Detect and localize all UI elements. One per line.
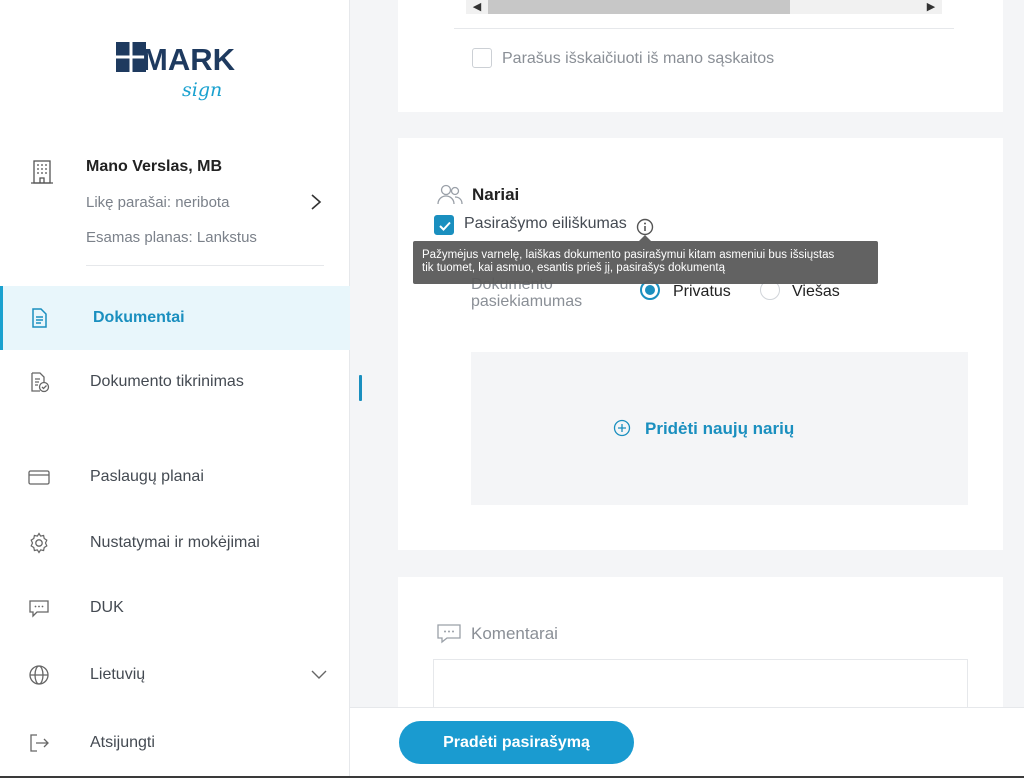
signatures-remaining: Likę parašai: neribota [86,194,230,211]
sidebar: MARK sign Mano Verslas, MB Likę parašai:… [0,0,350,778]
deduct-signatures-label: Parašus išskaičiuoti iš mano sąskaitos [502,50,775,67]
scroll-marker [359,375,362,401]
chevron-down-icon[interactable] [311,670,327,680]
gear-icon [30,532,48,554]
divider [86,265,324,266]
sidebar-item-plans[interactable]: Paslaugų planai [0,445,350,509]
account-name: Mano Verslas, MB [86,158,223,175]
tooltip-line1: Pažymėjus varnelę, laiškas dokumento pas… [422,249,835,261]
logout-icon [30,734,49,752]
scrollbar-thumb[interactable] [488,0,790,14]
add-members-area[interactable]: Pridėti naujų narių [471,352,968,505]
members-card: Nariai Pasirašymo eiliškumas Dokumento p… [398,138,1003,550]
footer-bar: Pradėti pasirašymą [350,707,1024,778]
sidebar-item-language[interactable]: Lietuvių [0,643,350,707]
document-icon [32,308,47,328]
divider [454,28,954,29]
sidebar-item-label: Paslaugų planai [90,468,204,485]
info-icon[interactable] [636,218,654,236]
building-icon [31,160,53,184]
card-icon [28,470,50,485]
signing-sequence-checkbox[interactable] [434,215,454,235]
horizontal-scrollbar[interactable]: ◀ ▶ [466,0,942,14]
sidebar-item-settings[interactable]: Nustatymai ir mokėjimai [0,511,350,575]
radio-private-label: Privatus [673,283,731,300]
deduct-signatures-checkbox[interactable] [472,48,492,68]
signing-sequence-label: Pasirašymo eiliškumas [464,215,627,232]
logo-subtext: sign [182,79,222,101]
document-check-icon [31,372,50,393]
add-members-button[interactable]: Pridėti naujų narių [645,419,794,439]
comment-icon [437,624,461,644]
scroll-right-icon[interactable]: ▶ [924,0,938,14]
checkmark-icon [439,221,451,231]
sidebar-item-logout[interactable]: Atsijungti [0,711,350,775]
radio-public-label: Viešas [792,283,840,300]
members-title: Nariai [472,185,520,204]
sidebar-item-label: Dokumento tikrinimas [90,373,244,390]
signatures-card: ◀ ▶ Parašus išskaičiuoti iš mano sąskait… [398,0,1003,112]
sidebar-item-label: Atsijungti [90,734,155,751]
signing-sequence-tooltip: Pažymėjus varnelę, laiškas dokumento pas… [413,235,878,284]
logo-text: MARK [142,42,236,77]
sidebar-item-verification[interactable]: Dokumento tikrinimas [0,350,350,414]
tooltip-line2: tik tuomet, kai asmuo, esantis prieš jį,… [422,262,725,274]
chat-icon [29,600,49,618]
sidebar-item-label: Lietuvių [90,666,146,683]
scroll-left-icon[interactable]: ◀ [470,0,484,14]
chevron-right-icon[interactable] [309,192,323,212]
comments-title: Komentarai [471,624,558,643]
marksign-logo[interactable]: MARK sign [112,36,242,104]
sidebar-item-label: DUK [90,599,124,616]
sidebar-item-label: Dokumentai [93,309,185,326]
globe-icon [29,665,49,685]
account-summary[interactable]: Mano Verslas, MB Likę parašai: neribota … [0,150,350,268]
accessibility-label-line2: pasiekiamumas [471,293,583,310]
sidebar-item-faq[interactable]: DUK [0,576,350,640]
sidebar-item-label: Nustatymai ir mokėjimai [90,534,260,551]
users-icon [437,184,463,205]
current-plan: Esamas planas: Lankstus [86,229,257,246]
start-signing-button[interactable]: Pradėti pasirašymą [399,721,634,764]
sidebar-item-documents[interactable]: Dokumentai [0,286,350,350]
plus-circle-icon [613,419,631,437]
